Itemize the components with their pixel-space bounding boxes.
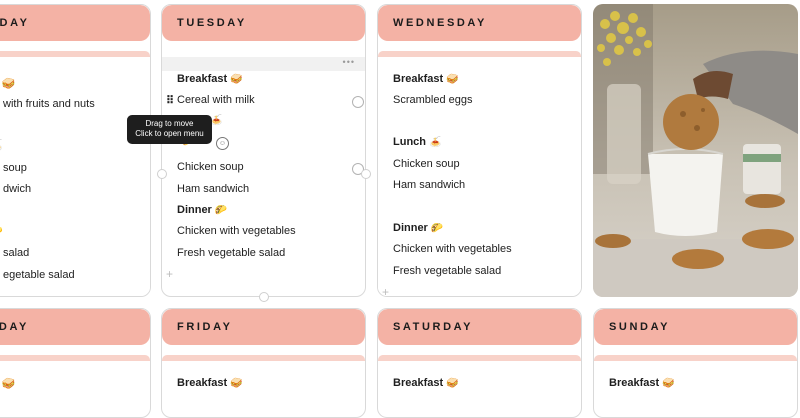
sandwich-emoji: 🥪 xyxy=(230,378,243,389)
dinner-item-2[interactable]: Fresh vegetable salad xyxy=(393,265,501,277)
breakfast-heading[interactable]: Breakfast 🥪 xyxy=(393,73,459,85)
header-strip xyxy=(378,355,581,361)
breakfast-label: Breakfast xyxy=(609,377,660,389)
day-title: WEDNESDAY xyxy=(393,17,487,29)
dinner-label: Dinner xyxy=(393,222,428,234)
breakfast-heading[interactable]: Breakfast 🥪 xyxy=(177,377,243,389)
breakfast-label: Breakfast xyxy=(393,377,444,389)
lunch-item-1[interactable]: Chicken soup xyxy=(177,161,244,173)
lunch-item-2[interactable]: Ham sandwich xyxy=(177,183,249,195)
sandwich-emoji: 🥪 xyxy=(446,378,459,389)
lunch-item-2[interactable]: Ham sandwich xyxy=(393,179,465,191)
card-tuesday[interactable]: TUESDAY ••• Breakfast 🥪 ⠿ Cereal with mil… xyxy=(161,4,366,297)
breakfast-item[interactable]: Scrambled eggs xyxy=(393,94,473,106)
card-body xyxy=(0,57,150,296)
drag-tooltip: Drag to move Click to open menu xyxy=(127,115,212,144)
monday-line-breakfast: st 🥪 xyxy=(0,78,16,90)
card-header: FRIDAY xyxy=(162,309,365,345)
drag-handle-icon[interactable]: ⠿ xyxy=(166,94,174,107)
monday-line-4: salad xyxy=(3,247,30,259)
card-saturday[interactable]: SATURDAY Breakfast 🥪 xyxy=(377,308,582,418)
card-header: SATURDAY xyxy=(378,309,581,345)
day-title: NDAY xyxy=(0,17,30,29)
card-header: SDAY xyxy=(0,309,150,345)
thursday-line-breakfast: st 🥪 xyxy=(0,378,16,390)
card-header: NDAY xyxy=(0,5,150,41)
monday-line-5: egetable salad xyxy=(3,269,75,281)
card-header: TUESDAY xyxy=(162,5,365,41)
lunch-label: Lunch xyxy=(393,136,426,148)
card-header: SUNDAY xyxy=(594,309,797,345)
card-sunday[interactable]: SUNDAY Breakfast 🥪 xyxy=(593,308,798,418)
tooltip-line-1: Drag to move xyxy=(145,119,194,128)
day-title: SATURDAY xyxy=(393,321,474,333)
lunch-heading[interactable]: Lunch 🍝 xyxy=(393,136,441,148)
dinner-heading[interactable]: Dinner 🌮 xyxy=(177,204,227,216)
card-thursday: SDAY st 🥪 xyxy=(0,308,151,418)
dinner-item-1[interactable]: Chicken with vegetables xyxy=(393,243,512,255)
breakfast-label: Breakfast xyxy=(393,73,444,85)
card-monday: NDAY st 🥪 with fruits and nuts 🍝 soup dw… xyxy=(0,4,151,297)
tooltip-line-2: Click to open menu xyxy=(135,129,204,138)
add-reaction-icon[interactable]: ☺ xyxy=(216,137,229,150)
header-strip xyxy=(162,355,365,361)
day-title: FRIDAY xyxy=(177,321,233,333)
header-strip xyxy=(0,355,150,361)
day-title: TUESDAY xyxy=(177,17,247,29)
breakfast-label: Breakfast xyxy=(177,377,228,389)
photo-illustration xyxy=(593,4,798,297)
breakfast-heading[interactable]: Breakfast 🥪 xyxy=(177,73,243,85)
dinner-label: Dinner xyxy=(177,204,212,216)
dinner-heading[interactable]: Dinner 🌮 xyxy=(393,222,443,234)
taco-emoji: 🌮 xyxy=(430,223,444,234)
breakfast-heading[interactable]: Breakfast 🥪 xyxy=(393,377,459,389)
breakfast-label: Breakfast xyxy=(177,73,228,85)
day-title: SDAY xyxy=(0,321,29,333)
sandwich-emoji: 🥪 xyxy=(446,74,459,85)
spaghetti-emoji: 🍝 xyxy=(429,137,442,148)
card-friday[interactable]: FRIDAY Breakfast 🥪 xyxy=(161,308,366,418)
card-wednesday[interactable]: WEDNESDAY Breakfast 🥪 Scrambled eggs Lunc… xyxy=(377,4,582,297)
block-toolbar[interactable]: ••• xyxy=(162,57,365,71)
monday-line-lunch-emoji: 🍝 xyxy=(0,139,3,152)
monday-line-dinner-emoji: 🌮 xyxy=(0,225,3,238)
card-header: WEDNESDAY xyxy=(378,5,581,41)
breakfast-heading[interactable]: Breakfast 🥪 xyxy=(609,377,675,389)
resize-handle-bottom[interactable] xyxy=(259,292,269,302)
comment-icon[interactable] xyxy=(352,96,364,108)
header-strip xyxy=(594,355,797,361)
sandwich-emoji: 🥪 xyxy=(230,74,243,85)
breakfast-item[interactable]: Cereal with milk xyxy=(177,94,255,106)
monday-line-3: dwich xyxy=(3,183,32,195)
card-body xyxy=(378,57,581,296)
more-options-icon[interactable]: ••• xyxy=(343,57,355,67)
resize-handle-right[interactable] xyxy=(361,169,371,179)
lunch-item-1[interactable]: Chicken soup xyxy=(393,158,460,170)
sandwich-emoji: 🥪 xyxy=(662,378,675,389)
dinner-item-1[interactable]: Chicken with vegetables xyxy=(177,225,296,237)
monday-line-2: soup xyxy=(3,162,27,174)
monday-line-1: with fruits and nuts xyxy=(3,98,95,110)
taco-emoji: 🌮 xyxy=(214,205,228,216)
add-block-icon[interactable]: + xyxy=(166,267,173,281)
resize-handle-left[interactable] xyxy=(157,169,167,179)
cookie-milk-photo xyxy=(593,4,798,297)
dinner-item-2[interactable]: Fresh vegetable salad xyxy=(177,247,285,259)
add-block-icon[interactable]: + xyxy=(382,285,389,296)
day-title: SUNDAY xyxy=(609,321,671,333)
